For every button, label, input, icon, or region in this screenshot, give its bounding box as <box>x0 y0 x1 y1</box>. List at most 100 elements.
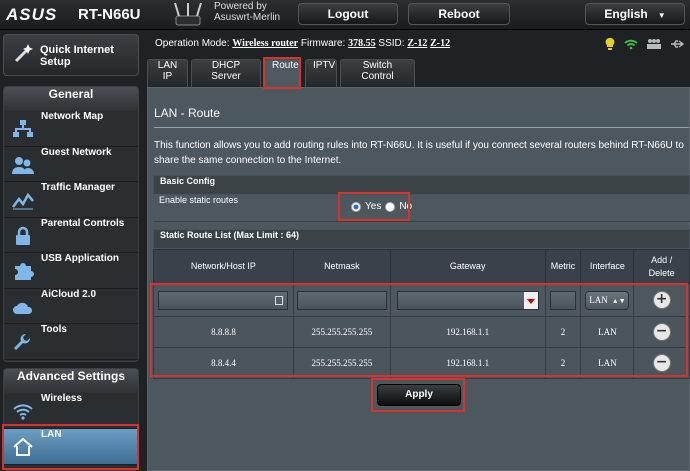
general-menu: General Network Map Guest Network Traffi… <box>3 86 139 362</box>
interface-select[interactable]: LAN ▲▼ <box>585 290 630 310</box>
col-header-netmask: Netmask <box>292 249 391 284</box>
keyboard-icon[interactable] <box>275 295 284 305</box>
dropdown-arrow-icon[interactable] <box>523 291 538 309</box>
ssid-link-1[interactable]: Z-12 <box>407 38 427 49</box>
page-title: LAN - Route <box>154 106 221 120</box>
router-icon <box>174 2 202 26</box>
cloud-icon <box>13 302 33 314</box>
sidebar-item-network-map[interactable]: Network Map <box>4 111 138 147</box>
col-header-interface: Interface <box>580 249 635 284</box>
sidebar-item-label: Tools <box>41 324 67 335</box>
general-menu-title: General <box>4 87 138 111</box>
advanced-menu-title: Advanced Settings <box>4 369 138 393</box>
op-mode-label: Operation Mode: <box>155 38 230 49</box>
chevron-down-icon: ▼ <box>657 11 666 20</box>
firmware-link[interactable]: 378.55 <box>348 38 376 49</box>
add-route-icon[interactable]: + <box>652 291 671 309</box>
sidebar-item-label: LAN <box>41 429 62 440</box>
status-text: Operation Mode: Wireless router Firmware… <box>155 38 450 49</box>
updown-arrow-icon: ▲▼ <box>611 296 626 305</box>
col-header-gateway: Gateway <box>389 249 546 284</box>
cell-netmask: 255.255.255.255 <box>292 347 391 379</box>
powered-by: Powered by Asuswrt-Merlin <box>214 1 281 23</box>
sidebar-item-lan[interactable]: LAN <box>4 429 138 465</box>
quick-internet-setup-button[interactable]: Quick Internet Setup <box>3 34 139 76</box>
tab-route[interactable]: Route <box>264 59 300 87</box>
traffic-manager-icon <box>12 192 34 210</box>
lightbulb-icon[interactable] <box>604 37 616 51</box>
wifi-icon <box>13 404 33 420</box>
advanced-menu: Advanced Settings Wireless LAN <box>3 368 139 471</box>
col-header-ip: Network/Host IP <box>153 249 294 284</box>
sidebar-item-guest-network[interactable]: Guest Network <box>4 147 138 182</box>
tab-lan-ip[interactable]: LAN IP <box>147 59 188 87</box>
netmask-input[interactable] <box>296 290 387 310</box>
main-panel: LAN - Route This function allows you to … <box>147 87 690 471</box>
radio-no-label: No <box>399 201 413 212</box>
home-icon <box>13 437 33 456</box>
wifi-status-icon[interactable] <box>624 38 638 50</box>
language-label: English <box>604 7 648 21</box>
reboot-button[interactable]: Reboot <box>408 3 510 25</box>
basic-config-header: Basic Config <box>153 175 690 195</box>
ssid-label: SSID: <box>378 38 405 49</box>
sidebar-item-label: Network Map <box>41 111 104 122</box>
sidebar-item-label: Parental Controls <box>41 217 125 229</box>
router-model: RT-N66U <box>78 6 141 23</box>
table-row: 8.8.4.4 255.255.255.255 192.168.1.1 2 LA… <box>153 347 690 379</box>
usb-icon[interactable] <box>670 38 684 50</box>
ip-input[interactable] <box>158 290 289 310</box>
sidebar-item-parental-controls[interactable]: Parental Controls <box>4 217 138 253</box>
radio-yes[interactable] <box>351 201 361 212</box>
static-routes-radio-group: Yes No <box>351 201 412 212</box>
apply-button[interactable]: Apply <box>377 384 461 406</box>
tab-iptv[interactable]: IPTV <box>305 59 337 87</box>
sidebar-item-label: Wireless <box>41 393 83 404</box>
sidebar-item-label: Traffic Manager <box>41 182 115 193</box>
firmware-label: Firmware: <box>300 38 346 49</box>
sidebar-item-usb-application[interactable]: USB Application <box>4 253 138 289</box>
sidebar-item-wireless[interactable]: Wireless <box>4 393 138 429</box>
sidebar-item-label: AiCloud 2.0 <box>41 288 97 300</box>
new-route-input-row: LAN ▲▼ + <box>153 283 690 317</box>
cell-metric: 2 <box>544 347 582 379</box>
delete-route-icon[interactable]: − <box>652 323 671 341</box>
quick-setup-label: Quick Internet Setup <box>40 44 114 68</box>
radio-yes-label: Yes <box>365 201 382 212</box>
ssid-link-2[interactable]: Z-12 <box>430 38 450 49</box>
cell-metric: 2 <box>544 316 582 348</box>
sidebar-item-traffic-manager[interactable]: Traffic Manager <box>4 182 138 218</box>
static-route-table: Network/Host IP Netmask Gateway Metric I… <box>153 249 690 379</box>
route-list-header: Static Route List (Max Limit : 64) <box>153 229 690 249</box>
table-header-row: Network/Host IP Netmask Gateway Metric I… <box>153 249 690 284</box>
table-row: 8.8.8.8 255.255.255.255 192.168.1.1 2 LA… <box>153 316 690 348</box>
radio-no[interactable] <box>385 201 396 212</box>
puzzle-icon <box>15 263 34 280</box>
gateway-input[interactable] <box>396 290 539 310</box>
tab-switch-control[interactable]: Switch Control <box>340 59 415 87</box>
logout-button[interactable]: Logout <box>298 3 398 25</box>
static-routes-label: Enable static routes <box>159 195 239 205</box>
wrench-icon <box>14 333 31 350</box>
cell-interface: LAN <box>580 316 635 348</box>
cell-ip: 8.8.4.4 <box>153 347 294 379</box>
col-header-add-delete: Add / Delete <box>633 249 690 284</box>
cell-netmask: 255.255.255.255 <box>292 316 391 348</box>
op-mode-link[interactable]: Wireless router <box>232 38 298 49</box>
delete-route-icon[interactable]: − <box>652 354 671 372</box>
network-map-icon <box>13 120 33 137</box>
col-header-metric: Metric <box>544 249 582 284</box>
status-icons <box>604 36 684 52</box>
guest-network-icon <box>12 156 34 174</box>
sidebar-item-tools[interactable]: Tools <box>4 324 138 360</box>
clients-icon[interactable] <box>646 38 662 50</box>
cell-gateway: 192.168.1.1 <box>389 316 546 348</box>
tab-dhcp-server[interactable]: DHCP Server <box>191 59 261 87</box>
magic-wand-icon <box>14 44 33 63</box>
sidebar-item-aicloud[interactable]: AiCloud 2.0 <box>4 288 138 324</box>
top-header: ASUS RT-N66U Powered by Asuswrt-Merlin L… <box>0 0 690 30</box>
language-select[interactable]: English ▼ <box>585 3 685 25</box>
metric-input[interactable] <box>550 290 577 310</box>
asus-logo: ASUS <box>6 5 58 24</box>
lock-icon <box>16 226 30 245</box>
